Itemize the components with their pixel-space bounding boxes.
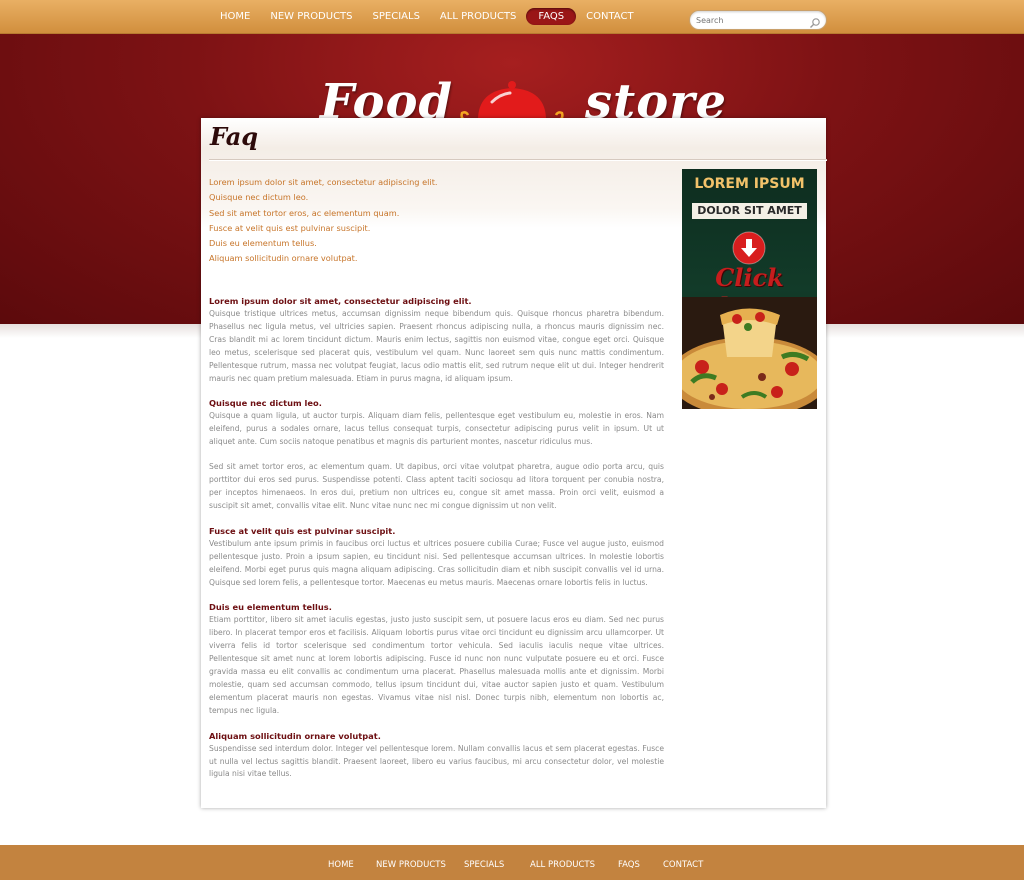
promo-subline: DOLOR SIT AMET (692, 203, 807, 219)
arrow-down-icon (732, 231, 766, 265)
faq-answer: Suspendisse sed interdum dolor. Integer … (209, 743, 664, 779)
promo-headline: LOREM IPSUM (694, 176, 805, 192)
main-nav: HOME NEW PRODUCTS SPECIALS ALL PRODUCTS … (210, 0, 644, 33)
faq-item: Duis eu elementum tellus. Etiam porttito… (209, 601, 664, 717)
faq-answer: Sed sit amet tortor eros, ac elementum q… (209, 462, 664, 510)
faq-list: Lorem ipsum dolor sit amet, consectetur … (209, 295, 664, 793)
footer-nav: HOME NEW PRODUCTS SPECIALS ALL PRODUCTS … (0, 845, 1024, 880)
title-divider (209, 159, 827, 161)
page-title: Faq (210, 122, 259, 151)
top-navigation-bar: HOME NEW PRODUCTS SPECIALS ALL PRODUCTS … (0, 0, 1024, 34)
faq-question: Aliquam sollicitudin ornare volutpat. (209, 730, 381, 741)
pizza-image (682, 297, 817, 409)
nav-item-home[interactable]: HOME (210, 6, 260, 27)
faq-link[interactable]: Lorem ipsum dolor sit amet, consectetur … (209, 175, 438, 190)
faq-answer: Quisque a quam ligula, ut auctor turpis.… (209, 411, 664, 447)
faq-question: Duis eu elementum tellus. (209, 602, 332, 613)
footer-link-faqs[interactable]: FAQS (618, 860, 640, 870)
faq-link[interactable]: Quisque nec dictum leo. (209, 190, 438, 205)
nav-item-contact[interactable]: CONTACT (576, 6, 643, 27)
faq-answer: Quisque tristique ultrices metus, accums… (209, 309, 664, 383)
faq-answer: Etiam porttitor, libero sit amet iaculis… (209, 615, 664, 715)
faq-question: Quisque nec dictum leo. (209, 398, 322, 409)
faq-item: Fusce at velit quis est pulvinar suscipi… (209, 525, 664, 590)
faq-item: Quisque nec dictum leo. Quisque a quam l… (209, 397, 664, 512)
nav-item-faqs[interactable]: FAQS (526, 8, 577, 25)
content-panel: Faq Lorem ipsum dolor sit amet, consecte… (201, 118, 827, 808)
nav-item-specials[interactable]: SPECIALS (363, 6, 430, 27)
faq-link[interactable]: Sed sit amet tortor eros, ac elementum q… (209, 206, 438, 221)
search-box (689, 10, 827, 30)
footer: HOME NEW PRODUCTS SPECIALS ALL PRODUCTS … (0, 845, 1024, 880)
faq-index: Lorem ipsum dolor sit amet, consectetur … (209, 175, 438, 267)
faq-link[interactable]: Aliquam sollicitudin ornare volutpat. (209, 251, 438, 266)
faq-answer: Vestibulum ante ipsum primis in faucibus… (209, 538, 664, 587)
footer-link-new-products[interactable]: NEW PRODUCTS (376, 860, 446, 870)
footer-link-all-products[interactable]: ALL PRODUCTS (530, 860, 595, 870)
faq-question: Lorem ipsum dolor sit amet, consectetur … (209, 296, 472, 306)
faq-link[interactable]: Fusce at velit quis est pulvinar suscipi… (209, 221, 438, 236)
footer-link-specials[interactable]: SPECIALS (464, 860, 504, 870)
search-input[interactable] (696, 14, 806, 26)
search-icon[interactable] (809, 14, 821, 28)
nav-item-new-products[interactable]: NEW PRODUCTS (260, 6, 362, 27)
faq-link[interactable]: Duis eu elementum tellus. (209, 236, 438, 251)
faq-question: Fusce at velit quis est pulvinar suscipi… (209, 525, 396, 536)
faq-item: Aliquam sollicitudin ornare volutpat. Su… (209, 730, 664, 782)
faq-item: Lorem ipsum dolor sit amet, consectetur … (209, 295, 664, 385)
footer-link-contact[interactable]: CONTACT (663, 860, 703, 870)
promo-banner[interactable]: LOREM IPSUM DOLOR SIT AMET Click here (682, 169, 817, 409)
nav-item-all-products[interactable]: ALL PRODUCTS (430, 6, 526, 27)
footer-link-home[interactable]: HOME (328, 860, 354, 870)
